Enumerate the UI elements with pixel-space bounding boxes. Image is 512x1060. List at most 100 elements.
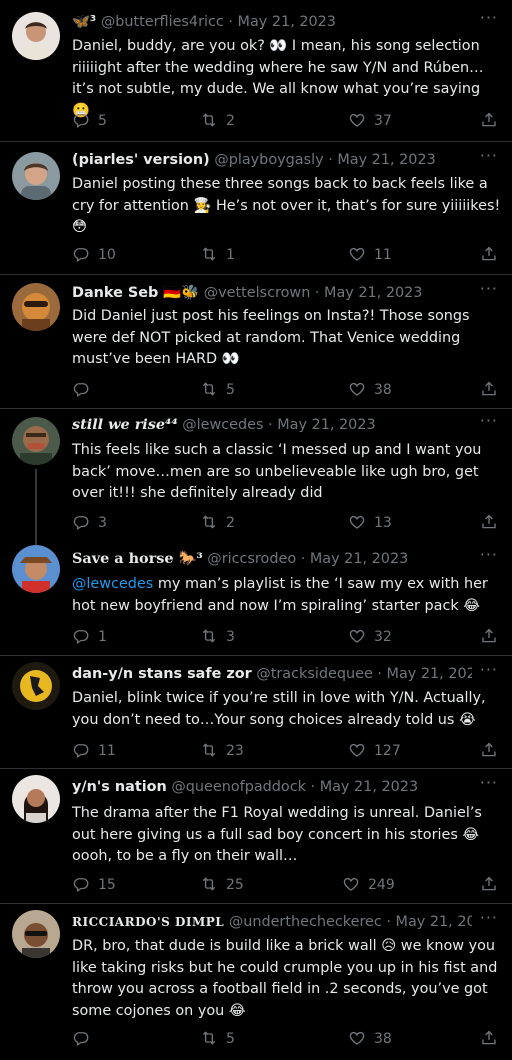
reply-button[interactable]: 15 [72, 875, 116, 895]
mention-link[interactable]: @lewcedes [72, 576, 153, 592]
tweet-actions: 5 2 37 [72, 111, 498, 131]
tweet[interactable]: 🦋³ @butterflies4ricc · May 21, 2023 ··· … [0, 0, 512, 142]
like-icon [348, 513, 366, 531]
share-button[interactable] [480, 111, 498, 131]
more-icon[interactable]: ··· [480, 411, 498, 430]
like-button[interactable]: 127 [348, 741, 401, 761]
avatar[interactable] [12, 662, 60, 710]
share-icon [480, 380, 498, 398]
avatar[interactable] [12, 910, 60, 958]
tweet-actions: 10 1 11 [72, 245, 498, 265]
tweet-text: This feels like such a classic ‘I messed… [72, 442, 482, 502]
retweet-button[interactable]: 23 [200, 741, 244, 761]
share-button[interactable] [480, 741, 498, 761]
timestamp[interactable]: · May 21, 2023 [328, 152, 436, 168]
reply-button[interactable]: 3 [72, 513, 107, 533]
handle[interactable]: @tracksidequee [256, 666, 372, 682]
more-icon[interactable]: ··· [480, 908, 498, 927]
display-name[interactable]: y/n's nation [72, 779, 167, 795]
timestamp[interactable]: · May 21, 2023 [386, 914, 472, 930]
tweet[interactable]: dan-y/n stans safe zor @tracksidequee · … [0, 656, 512, 769]
reply-icon [72, 741, 90, 759]
like-button[interactable]: 38 [348, 380, 392, 400]
avatar[interactable] [12, 775, 60, 823]
like-button[interactable]: 13 [348, 513, 392, 533]
tweet-text: Daniel, buddy, are you ok? 👀 I mean, his… [72, 38, 484, 119]
avatar[interactable] [12, 283, 60, 331]
handle[interactable]: @riccsrodeo [207, 551, 296, 567]
reply-icon [72, 875, 90, 893]
share-button[interactable] [480, 380, 498, 400]
more-icon[interactable]: ··· [480, 279, 498, 298]
like-count: 38 [374, 1031, 392, 1047]
more-icon[interactable]: ··· [480, 146, 498, 165]
handle[interactable]: @butterflies4ricc [101, 14, 224, 30]
tweet[interactable]: RICCIARDO'S DIMPL @underthecheckerec · M… [0, 904, 512, 1060]
timestamp[interactable]: · May 21, 2023 [268, 417, 376, 433]
share-icon [480, 741, 498, 759]
retweet-button[interactable]: 5 [200, 1029, 235, 1049]
avatar[interactable] [12, 12, 60, 60]
display-name[interactable]: (piarles' version) [72, 152, 210, 168]
retweet-button[interactable]: 2 [200, 111, 235, 131]
like-count: 11 [374, 247, 392, 263]
tweet[interactable]: Save a horse 🐎³ @riccsrodeo · May 21, 20… [0, 541, 512, 656]
timestamp[interactable]: · May 21, 2023 [301, 551, 409, 567]
display-name[interactable]: Danke Seb 🇩🇪🐝 [72, 285, 199, 301]
reply-button[interactable] [72, 380, 98, 400]
share-button[interactable] [480, 245, 498, 265]
display-name[interactable]: dan-y/n stans safe zor [72, 666, 252, 682]
reply-button[interactable]: 10 [72, 245, 116, 265]
handle[interactable]: @playboygasly [214, 152, 323, 168]
like-button[interactable]: 38 [348, 1029, 392, 1049]
timestamp[interactable]: · May 21, 2023 [315, 285, 423, 301]
reply-count: 11 [98, 743, 116, 759]
reply-count: 1 [98, 629, 107, 645]
more-icon[interactable]: ··· [480, 660, 498, 679]
like-icon [348, 245, 366, 263]
tweet-actions: 5 38 [72, 380, 498, 400]
display-name[interactable]: still we rise⁴⁴ [72, 416, 178, 433]
timestamp[interactable]: · May 21, 2023 [377, 666, 472, 682]
retweet-button[interactable]: 25 [200, 875, 244, 895]
retweet-button[interactable]: 1 [200, 245, 235, 265]
handle[interactable]: @underthecheckerec [229, 914, 382, 930]
handle[interactable]: @queenofpaddock [171, 779, 306, 795]
timestamp[interactable]: · May 21, 2023 [311, 779, 419, 795]
more-icon[interactable]: ··· [480, 8, 498, 27]
tweet[interactable]: still we rise⁴⁴ @lewcedes · May 21, 2023… [0, 409, 512, 545]
tweet-text: Daniel posting these three songs back to… [72, 176, 501, 236]
tweet[interactable]: y/n's nation @queenofpaddock · May 21, 2… [0, 769, 512, 904]
share-button[interactable] [480, 1029, 498, 1049]
tweet[interactable]: Danke Seb 🇩🇪🐝 @vettelscrown · May 21, 20… [0, 275, 512, 409]
more-icon[interactable]: ··· [480, 545, 498, 564]
like-button[interactable]: 249 [342, 875, 395, 895]
like-button[interactable]: 11 [348, 245, 392, 265]
share-button[interactable] [480, 627, 498, 647]
like-button[interactable]: 32 [348, 627, 392, 647]
avatar[interactable] [12, 417, 60, 465]
reply-button[interactable]: 1 [72, 627, 107, 647]
handle[interactable]: @lewcedes [182, 417, 263, 433]
more-icon[interactable]: ··· [480, 773, 498, 792]
display-name[interactable]: Save a horse 🐎³ [72, 550, 203, 567]
retweet-button[interactable]: 5 [200, 380, 235, 400]
retweet-button[interactable]: 3 [200, 627, 235, 647]
reply-button[interactable]: 11 [72, 741, 116, 761]
avatar[interactable] [12, 545, 60, 593]
display-name[interactable]: RICCIARDO'S DIMPL [72, 915, 224, 929]
avatar[interactable] [12, 152, 60, 200]
reply-button[interactable]: 5 [72, 111, 107, 131]
like-button[interactable]: 37 [348, 111, 392, 131]
tweet[interactable]: (piarles' version) @playboygasly · May 2… [0, 142, 512, 275]
timestamp[interactable]: · May 21, 2023 [228, 14, 336, 30]
reply-button[interactable] [72, 1029, 98, 1049]
share-button[interactable] [480, 513, 498, 533]
retweet-icon [200, 111, 218, 129]
display-name[interactable]: 🦋³ [72, 14, 96, 30]
handle[interactable]: @vettelscrown [204, 285, 311, 301]
share-button[interactable] [480, 875, 498, 895]
like-count: 37 [374, 113, 392, 129]
retweet-button[interactable]: 2 [200, 513, 235, 533]
reply-icon [72, 111, 90, 129]
